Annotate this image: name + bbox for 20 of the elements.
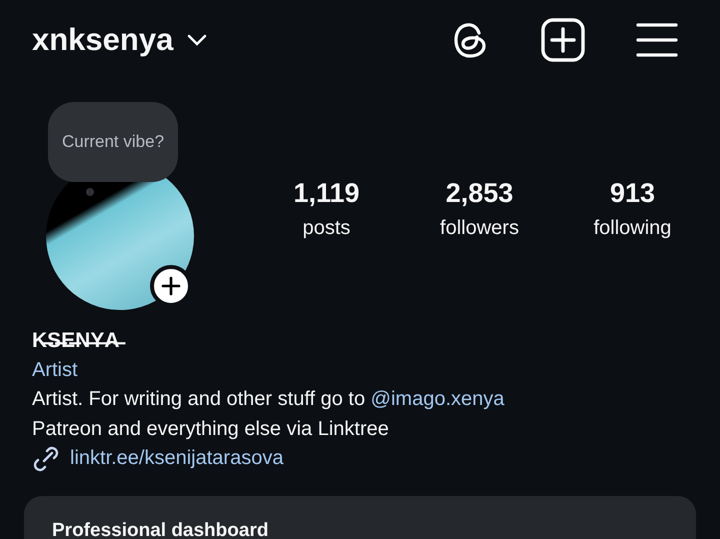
- bio-text: Patreon and everything else via Linktree: [32, 416, 390, 442]
- stat-count[interactable]: 1,119: [293, 178, 360, 209]
- bio-text: Artist. For writing and other stuff go to @imago.xenya: [32, 387, 506, 412]
- website-link[interactable]: linktr.ee/ksenijatarasova: [70, 444, 284, 474]
- dashboard-title: Professional dashboard: [52, 520, 268, 539]
- category-label: Artist: [32, 358, 79, 382]
- dashboard-card[interactable]: Professional dashboard: [24, 496, 696, 539]
- stat-count[interactable]: 2,853: [446, 178, 514, 209]
- stat-label[interactable]: posts: [302, 217, 350, 240]
- caret-icon[interactable]: [187, 34, 208, 46]
- menu-icon[interactable]: [636, 22, 678, 58]
- username[interactable]: xnksenya: [32, 22, 174, 58]
- note-tooltip[interactable]: Current vibe?: [48, 102, 178, 182]
- display-name: K̶S̶E̶N̶Y̶A̶: [32, 326, 720, 356]
- mention-link[interactable]: @imago.xenya: [370, 388, 504, 410]
- link-icon: [32, 444, 60, 473]
- stat-label[interactable]: following: [594, 217, 672, 240]
- add-post-icon[interactable]: [540, 17, 586, 63]
- stat-count[interactable]: 913: [610, 178, 656, 209]
- stat-label[interactable]: followers: [440, 217, 519, 240]
